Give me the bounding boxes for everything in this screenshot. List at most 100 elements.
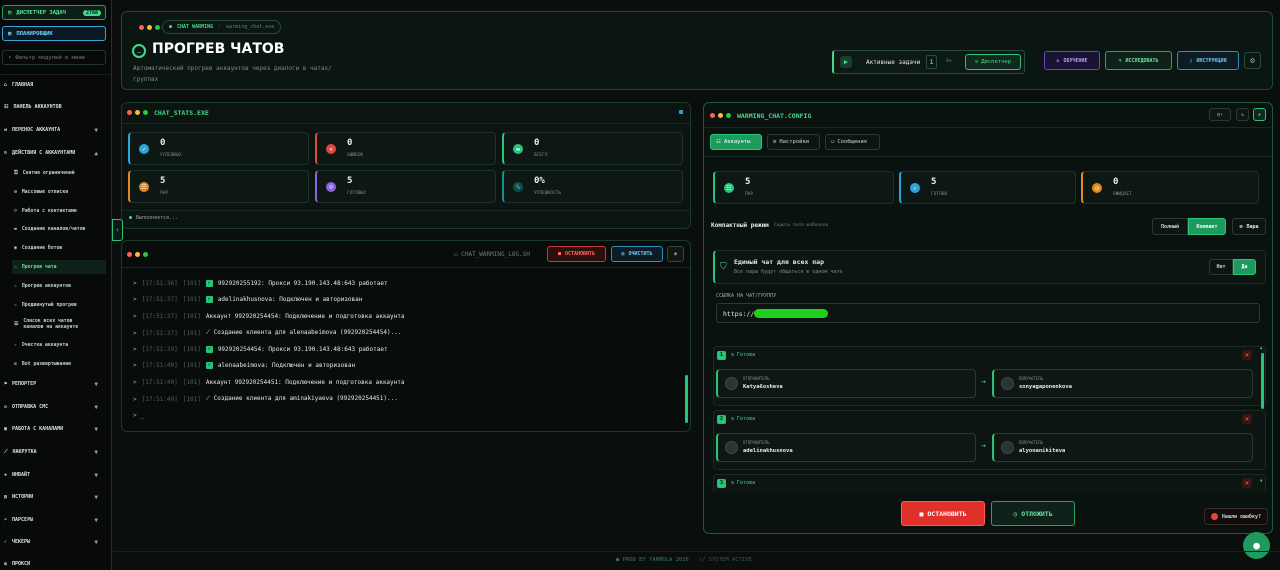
sidebar-sub-advanced-warming[interactable]: ♨ Продвинутый прогрев: [12, 298, 106, 312]
sidebar-sub-bot-deploy[interactable]: ◎ Bot развертывание: [12, 357, 106, 371]
sidebar-item-channels[interactable]: ▣ РАБОТА С КАНАЛАМИ ▼: [0, 422, 110, 436]
sidebar-item-sms[interactable]: ✉ ОТПРАВКА СМС ▼: [0, 400, 110, 414]
receiver-card[interactable]: ПОЛУЧАТЕЛЬ alyonanikiteva: [992, 433, 1253, 462]
scroll-down-icon[interactable]: ▼: [1260, 478, 1262, 483]
chat-icon: ▬: [14, 226, 17, 232]
config-stat-ready: ✓ 5 ГОТОВО: [899, 171, 1076, 204]
sidebar-item-boost[interactable]: ⟋ НАКРУТКА ▼: [0, 445, 110, 459]
scroll-up-icon[interactable]: ▲: [1260, 345, 1262, 350]
learn-button[interactable]: ⌂ ОБУЧЕНИЕ: [1044, 51, 1100, 70]
page-subtitle: Автоматический прогрев аккаунтов через д…: [133, 65, 332, 83]
chat-fab-button[interactable]: ●: [1243, 532, 1270, 559]
header-panel: ● CHAT WARMING | warming_chat.exe … ПРОГ…: [121, 11, 1273, 90]
sidebar-item-invite[interactable]: ✚ ИНВАЙТ ▼: [0, 468, 110, 482]
settings-button[interactable]: ⚙: [1244, 52, 1261, 69]
chevron-down-icon: ▼: [94, 425, 98, 433]
sidebar-sub-contacts[interactable]: ☺ Работа с контактами: [12, 204, 106, 218]
flask-icon: ⚗: [1118, 57, 1122, 64]
flag-icon: ⚑: [4, 381, 8, 387]
sidebar-sub-account-warming[interactable]: ♨ Прогрев аккаунтов: [12, 279, 106, 293]
dispatcher-open-button[interactable]: ⊙ Диспетчер: [965, 54, 1021, 70]
tab-accounts[interactable]: ☷ Аккаунты: [710, 134, 762, 150]
active-tasks-count: 1: [926, 55, 937, 69]
collapse-sidebar-button[interactable]: ‹: [112, 219, 123, 241]
chevron-down-icon: ▼: [94, 380, 98, 388]
pair-row: 3 ⊙ Готова ✕: [713, 474, 1266, 492]
close-dot-icon[interactable]: [139, 25, 144, 30]
stat-success-rate: % 0% УСПЕШНОСТЬ: [502, 170, 683, 203]
sidebar-sub-create-channels[interactable]: ▬ Создание каналов/чатов: [12, 222, 106, 236]
log-view-button[interactable]: ◉: [667, 246, 684, 262]
sidebar-item-account-transfer[interactable]: ⇄ ПЕРЕНОС АККАУНТА ▼: [0, 123, 110, 137]
pairs-scrollbar[interactable]: [1261, 353, 1264, 409]
remove-pair-button[interactable]: ✕: [1242, 350, 1252, 360]
avatar: [725, 441, 738, 454]
instruction-button[interactable]: ▯ ИНСТРУКЦИЯ: [1177, 51, 1239, 70]
chevron-down-icon: ▼: [94, 538, 98, 546]
sidebar-item-reporter[interactable]: ⚑ РЕПОРТЕР ▼: [0, 377, 110, 391]
add-button[interactable]: +: [1253, 108, 1266, 121]
mode-full-button[interactable]: Полный: [1152, 218, 1188, 235]
refresh-button[interactable]: ↻: [1236, 108, 1249, 121]
sidebar-sub-create-bots[interactable]: ◉ Создание ботов: [12, 241, 106, 255]
log-stop-button[interactable]: ■ ОСТАНОВИТЬ: [547, 246, 606, 262]
channel-icon: ▣: [4, 426, 8, 432]
log-clear-button[interactable]: ▥ ОЧИСТИТЬ: [611, 246, 663, 262]
dispatcher-button[interactable]: ▤ ДИСПЕТЧЕР ЗАДАЧ 2788: [2, 5, 106, 20]
pairs-button[interactable]: ⊕ Пара: [1232, 218, 1266, 235]
log-line: > [17:51:37] [101] Аккаунт 992920254454: По…: [133, 313, 405, 320]
bot-icon: ◉: [14, 245, 17, 251]
sidebar-item-stories[interactable]: ▧ ИСТОРИИ ▼: [0, 490, 110, 504]
minimize-dot-icon[interactable]: [147, 25, 152, 30]
report-bug-button[interactable]: Нашли ошибку?: [1204, 508, 1268, 525]
log-scrollbar[interactable]: [685, 375, 688, 423]
play-icon: ▶: [840, 56, 852, 68]
chevron-down-icon: ▼: [94, 126, 98, 134]
user-icon: ☺: [326, 182, 336, 192]
clipboard-icon: ▤: [8, 9, 12, 16]
sidebar-sub-remove-limits[interactable]: ⚿ Снятие ограничений: [12, 166, 106, 180]
postpone-button[interactable]: ◷ ОТЛОЖИТЬ: [991, 501, 1075, 526]
sender-card[interactable]: ОТПРАВИТЕЛЬ Katya6osheva: [716, 369, 976, 398]
sidebar-sub-chat-warming[interactable]: ♨ Прогрев чата: [12, 260, 106, 274]
sidebar-sub-chat-list[interactable]: ☰ Список всех чатов каналов на аккаунте: [12, 316, 106, 334]
planner-button[interactable]: ▦ ПЛАНИРОВЩИК: [2, 26, 106, 41]
chat-bubble-icon: …: [132, 44, 146, 58]
module-filter-input[interactable]: ⌕ Фильтр модулей в меню: [2, 50, 106, 65]
log-line: > [17:51:37] [101] ⟋ Создание клиента для a…: [133, 329, 402, 337]
receiver-card[interactable]: ПОЛУЧАТЕЛЬ sonyagaponenkova: [992, 369, 1253, 398]
remove-pair-button[interactable]: ✕: [1242, 478, 1252, 488]
sidebar-item-checkers[interactable]: ✓ ЧЕКЕРЫ ▼: [0, 535, 110, 549]
sidebar-sub-mass-unsubscribe[interactable]: ⊖ Массовые отписки: [12, 185, 106, 199]
mode-compact-button[interactable]: Компакт: [1188, 218, 1226, 235]
single-chat-no-button[interactable]: Нет: [1209, 259, 1233, 275]
percent-icon: %: [513, 182, 523, 192]
clock-icon: ◷: [1092, 183, 1102, 193]
users-icon: ☷: [139, 182, 149, 192]
chevron-left-icon: ‹: [115, 226, 120, 234]
tab-messages[interactable]: ▭ Сообщения: [825, 134, 880, 150]
arrow-right-icon: →: [981, 377, 986, 386]
sidebar-item-home[interactable]: ⌂ ГЛАВНАЯ: [0, 78, 110, 92]
check-icon: ✓: [205, 280, 213, 287]
log-line: > [17:51:40] [101] ✓ alenaabeimova: Подключе…: [133, 362, 356, 369]
research-button[interactable]: ⚗ ИССЛЕДОВАТЬ: [1105, 51, 1172, 70]
graduation-cap-icon: ⌂: [1056, 57, 1060, 64]
sidebar-item-proxy[interactable]: ◍ ПРОКСИ: [0, 557, 110, 570]
tab-settings[interactable]: ⚙ Настройки: [767, 134, 820, 150]
maximize-dot-icon[interactable]: [155, 25, 160, 30]
sender-card[interactable]: ОТПРАВИТЕЛЬ adelinakhusnova: [716, 433, 976, 462]
users-icon: ☷: [724, 183, 734, 193]
stat-total: ▬ 0 ВСЕГО: [502, 132, 683, 165]
sidebar-sub-account-cleanup[interactable]: ✧ Очистка аккаунта: [12, 338, 106, 352]
single-chat-yes-button[interactable]: Да: [1233, 259, 1256, 275]
globe-icon: ◍: [4, 561, 8, 567]
chat-link-input[interactable]: https://: [716, 303, 1260, 323]
layout-toggle-button[interactable]: ▤▾: [1209, 108, 1231, 121]
sidebar-item-account-actions[interactable]: ⚙ ДЕЙСТВИЯ С АККАУНТАМИ ▲: [0, 146, 110, 160]
sidebar-item-parsers[interactable]: ⌕ ПАРСЕРЫ ▼: [0, 513, 110, 527]
search-icon: ⌕: [8, 54, 12, 61]
remove-pair-button[interactable]: ✕: [1242, 414, 1252, 424]
sidebar-item-accounts-panel[interactable]: ☷ ПАНЕЛЬ АККАУНТОВ: [0, 100, 110, 114]
stop-button[interactable]: ■ ОСТАНОВИТЬ: [901, 501, 985, 526]
